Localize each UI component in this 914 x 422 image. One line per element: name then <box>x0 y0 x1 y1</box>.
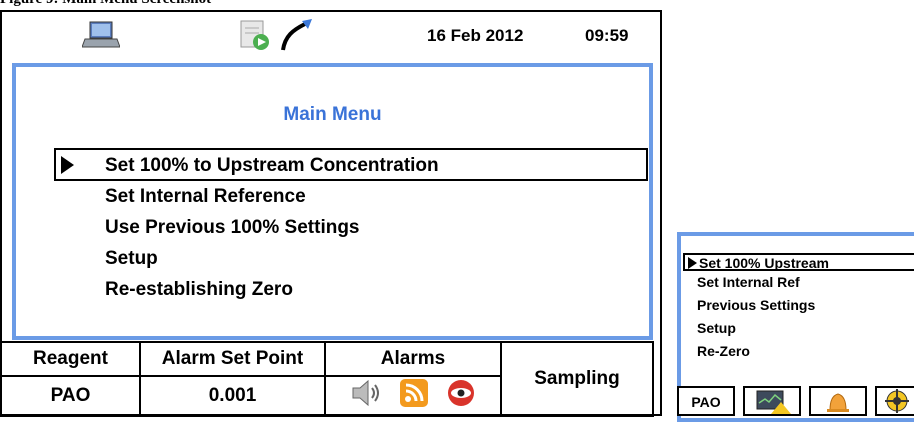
target-icon[interactable] <box>875 386 914 416</box>
bell-icon[interactable] <box>809 386 867 416</box>
alarm-setpoint-value[interactable]: 0.001 <box>139 375 326 417</box>
small-menu-item-re-zero[interactable]: Re-Zero <box>697 343 750 359</box>
alarm-icons-cell <box>324 375 502 417</box>
menu-item-label: Set 100% to Upstream Concentration <box>105 155 439 176</box>
menu-item-setup[interactable]: Setup <box>105 248 158 270</box>
reagent-header: Reagent <box>0 341 141 377</box>
menu-item-set-upstream[interactable]: Set 100% to Upstream Concentration <box>54 148 648 181</box>
selection-arrow-icon <box>61 156 74 174</box>
small-display-status: PAO <box>677 386 914 416</box>
selection-arrow-icon <box>688 257 697 269</box>
eye-icon[interactable] <box>446 378 476 414</box>
reagent-value[interactable]: PAO <box>0 375 141 417</box>
laptop-icon[interactable] <box>81 20 121 55</box>
small-menu-item-previous-settings[interactable]: Previous Settings <box>697 297 815 313</box>
date-display: 16 Feb 2012 <box>427 26 524 45</box>
menu-item-internal-reference[interactable]: Set Internal Reference <box>105 186 306 208</box>
sampling-button[interactable]: Sampling <box>500 341 654 417</box>
notepad-icon[interactable] <box>239 18 273 57</box>
header-bar: 16 Feb 2012 09:59 <box>2 12 660 60</box>
menu-title: Main Menu <box>283 104 382 125</box>
small-reagent-value[interactable]: PAO <box>677 386 735 416</box>
alarms-header: Alarms <box>324 341 502 377</box>
small-menu-item-label: Set 100% Upstream <box>699 255 829 271</box>
figure-caption: Figure 9: Main Menu Screenshot <box>0 0 211 8</box>
small-menu-item-internal-ref[interactable]: Set Internal Ref <box>697 274 800 290</box>
main-screen: 16 Feb 2012 09:59 Main Menu Set 100% to … <box>0 10 662 417</box>
rss-icon[interactable] <box>399 378 429 414</box>
main-menu-panel: Main Menu Set 100% to Upstream Concentra… <box>12 63 653 340</box>
menu-item-previous-settings[interactable]: Use Previous 100% Settings <box>105 217 360 239</box>
speaker-icon[interactable] <box>350 378 382 414</box>
small-menu-item-setup[interactable]: Setup <box>697 320 736 336</box>
menu-item-re-zero[interactable]: Re-establishing Zero <box>105 279 293 301</box>
small-menu-item-set-upstream[interactable]: Set 100% Upstream <box>683 253 914 271</box>
probe-icon[interactable] <box>277 18 313 57</box>
monitor-icon[interactable] <box>743 386 801 416</box>
status-table: Reagent Alarm Set Point Alarms Sampling … <box>0 341 654 417</box>
time-display: 09:59 <box>585 26 629 45</box>
alarm-setpoint-header: Alarm Set Point <box>139 341 326 377</box>
